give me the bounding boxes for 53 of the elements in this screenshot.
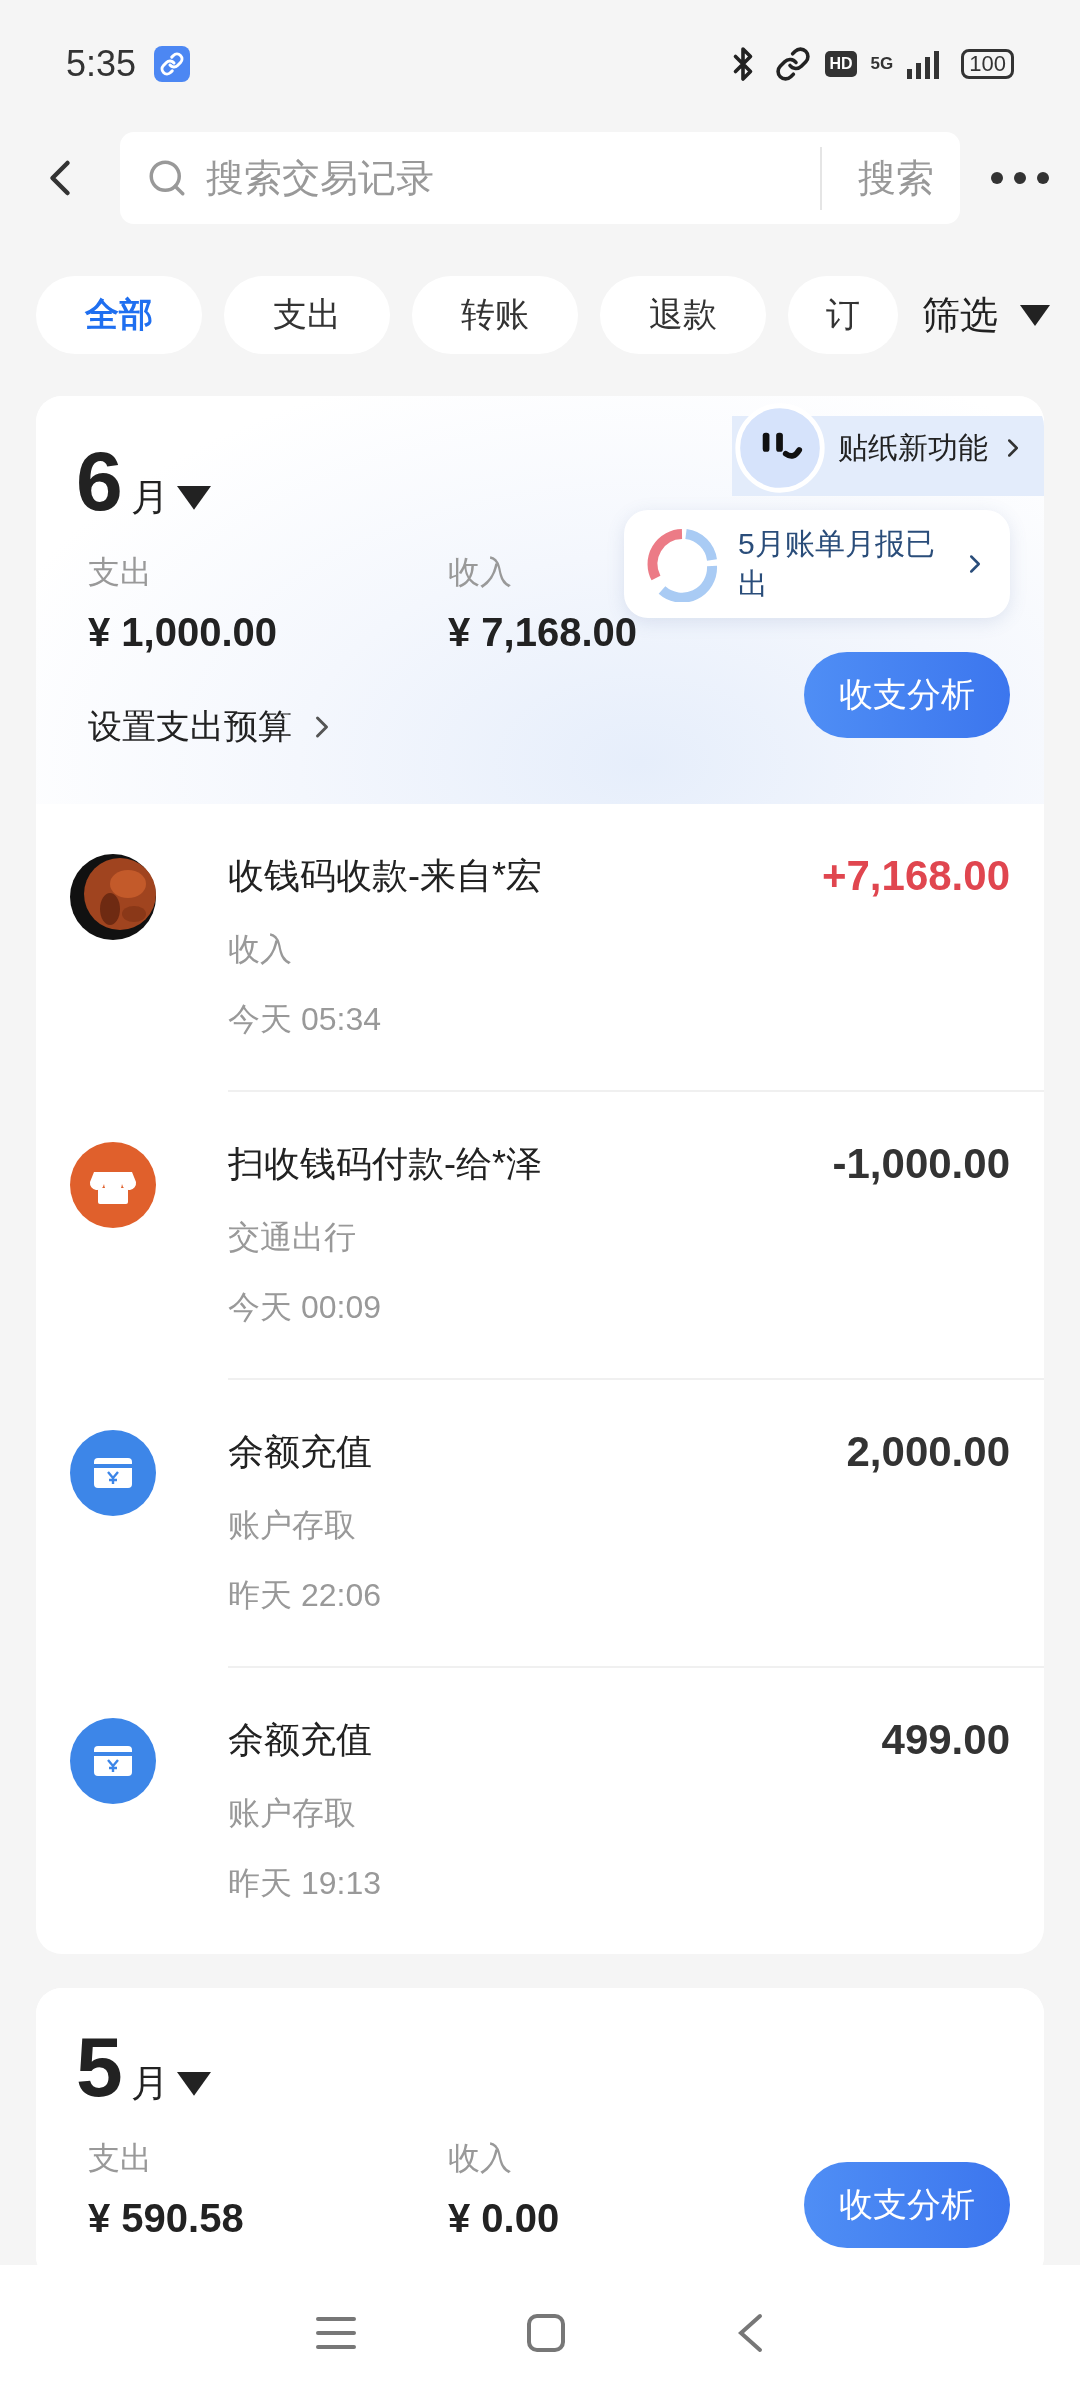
income-amount: ¥ 0.00 [448, 2195, 561, 2242]
transaction-time: 今天 00:09 [228, 1288, 382, 1327]
month-selector[interactable]: 5 月 [76, 2022, 211, 2112]
transaction-title: 收钱码收款-来自*宏 [228, 854, 542, 898]
transaction-amount: 499.00 [881, 1715, 1010, 1765]
transaction-amount: -1,000.00 [832, 1139, 1010, 1189]
transaction-time: 昨天 19:13 [228, 1864, 381, 1903]
store-icon [70, 1142, 156, 1228]
month-selector[interactable]: 6 月 [76, 436, 211, 526]
menu-icon[interactable] [316, 2315, 356, 2350]
filter-tab[interactable]: 全部 [36, 276, 202, 354]
caret-icon [176, 2072, 211, 2096]
expense-label: 支出 [88, 2139, 153, 2178]
transaction-row[interactable]: 余额充值 账户存取 昨天 19:13 499.00 [36, 1668, 1044, 1954]
transaction-title: 余额充值 [228, 1430, 373, 1474]
expense-amount: ¥ 1,000.00 [88, 609, 279, 656]
income-label: 收入 [448, 2139, 513, 2178]
transaction-row[interactable]: 收钱码收款-来自*宏 收入 今天 05:34 +7,168.00 [36, 804, 1044, 1092]
hd-indicator: HD [825, 51, 857, 77]
budget-link[interactable]: 设置支出预算 [76, 704, 340, 750]
transaction-category: 账户存取 [228, 1506, 357, 1545]
monthly-report-bubble[interactable]: 5月账单月报已出 [624, 510, 1010, 618]
transaction-row[interactable]: 余额充值 账户存取 昨天 22:06 2,000.00 [36, 1380, 1044, 1668]
expense-amount: ¥ 590.58 [88, 2195, 245, 2242]
link-icon [775, 46, 812, 82]
status-time: 5:35 [66, 43, 137, 85]
more-icon[interactable] [990, 171, 1050, 185]
transaction-amount: +7,168.00 [822, 851, 1010, 901]
transaction-title: 余额充值 [228, 1718, 373, 1762]
network-type: 5G [870, 54, 894, 74]
caret-icon [176, 486, 211, 510]
transaction-category: 收入 [228, 930, 293, 969]
wallet-card-icon [70, 1430, 156, 1516]
filter-tab[interactable]: 订 [788, 276, 898, 354]
wallet-card-icon [70, 1718, 156, 1804]
home-icon[interactable] [526, 2312, 566, 2353]
transaction-amount: 2,000.00 [846, 1427, 1010, 1477]
transaction-category: 账户存取 [228, 1794, 357, 1833]
caret-icon [1020, 304, 1050, 326]
battery-indicator: 100 [961, 49, 1014, 79]
transaction-time: 今天 05:34 [228, 1000, 382, 1039]
transaction-category: 交通出行 [228, 1218, 357, 1257]
filter-tab[interactable]: 退款 [600, 276, 766, 354]
transaction-title: 扫收钱码付款-给*泽 [228, 1142, 542, 1186]
analysis-button[interactable]: 收支分析 [804, 652, 1010, 738]
link-app-icon [154, 46, 191, 82]
transaction-row[interactable]: 扫收钱码付款-给*泽 交通出行 今天 00:09 -1,000.00 [36, 1092, 1044, 1380]
transaction-time: 昨天 22:06 [228, 1576, 381, 1615]
income-label: 收入 [448, 553, 513, 592]
filter-tab[interactable]: 支出 [224, 276, 390, 354]
analysis-button[interactable]: 收支分析 [804, 2162, 1010, 2248]
filter-tab[interactable]: 转账 [412, 276, 578, 354]
expense-label: 支出 [88, 553, 153, 592]
